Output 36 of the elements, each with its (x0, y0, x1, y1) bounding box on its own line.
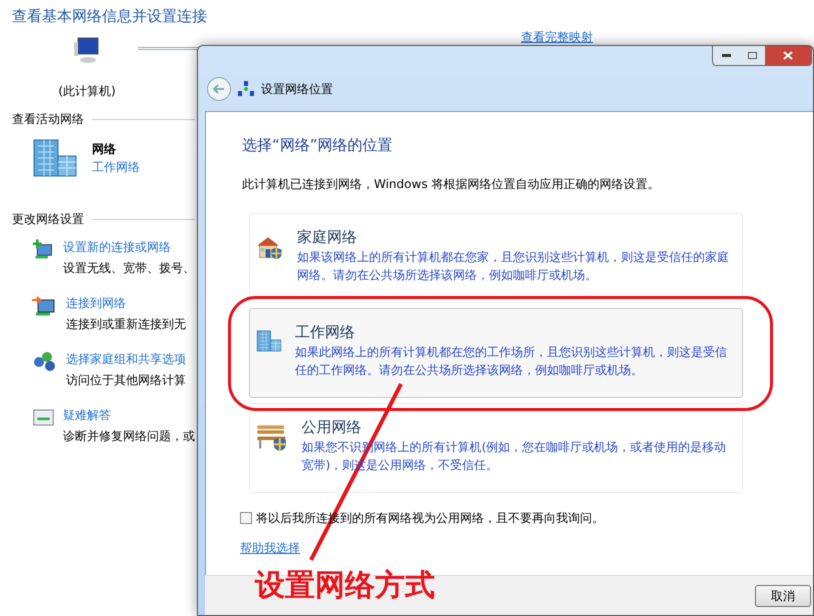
network-name: 网络 (92, 141, 117, 158)
location-option[interactable]: 家庭网络 如果该网络上的所有计算机都在您家，且您识别这些计算机，则这是受信任的家庭网络。请勿在公共场所选择该网络，例如咖啡厅或机场。 (249, 212, 743, 302)
homegroup-icon (32, 350, 58, 374)
location-title: 公用网络 (302, 416, 363, 438)
task-description: 访问位于其他网络计算 (66, 372, 186, 389)
network-type-link[interactable]: 工作网络 (92, 158, 140, 176)
task-link[interactable]: 选择家庭组和共享选项 (66, 350, 186, 368)
checkbox[interactable] (240, 512, 252, 524)
location-description: 如果此网络上的所有计算机都在您的工作场所，且您识别这些计算机，则这是受信任的工作网络。请勿在公共场所选择该网络，例如咖啡厅或机场。 (295, 344, 728, 379)
dialog-heading: 选择“网络”网络的位置 (242, 135, 394, 156)
close-icon (783, 51, 793, 60)
help-link[interactable]: 帮助我选择 (240, 538, 300, 556)
intro-text: 此计算机已连接到网络，Windows 将根据网络位置自动应用正确的网络设置。 (242, 176, 660, 192)
location-title: 工作网络 (295, 322, 356, 342)
minimize-button[interactable] (713, 46, 739, 65)
page-title: 查看基本网络信息并设置连接 (12, 6, 208, 26)
back-arrow-icon (213, 84, 225, 94)
task-link[interactable]: 疑难解答 (63, 406, 195, 424)
section-heading: 查看活动网络 (12, 111, 84, 128)
cancel-button[interactable]: 取消 (755, 584, 811, 606)
task-link[interactable]: 连接到网络 (66, 294, 186, 312)
location-title: 家庭网络 (296, 226, 358, 248)
location-description: 如果该网络上的所有计算机都在您家，且您识别这些计算机，则这是受信任的家庭网络。请勿在公共场所选择该网络，例如咖啡厅或机场。 (296, 249, 730, 284)
task-description: 连接到或重新连接到无 (66, 316, 186, 333)
annotation-text: 设置网络方式 (255, 567, 435, 605)
network-icon (237, 81, 255, 97)
close-button[interactable] (765, 46, 811, 65)
task-link[interactable]: 设置新的连接或网络 (63, 238, 195, 256)
location-option[interactable]: 工作网络 如果此网络上的所有计算机都在您的工作场所，且您识别这些计算机，则这是受信任的工作网络。请勿在公共场所选择该网络，例如咖啡厅或机场。 (249, 308, 743, 398)
task-description: 设置无线、宽带、拨号、 (63, 260, 195, 277)
maximize-button[interactable] (739, 46, 765, 65)
dialog-title: 设置网络位置 (261, 81, 333, 98)
task-description: 诊断并修复网络问题，或 (63, 428, 195, 445)
computer-label: (此计算机) (58, 83, 116, 100)
section-heading: 更改网络设置 (12, 211, 84, 228)
map-link[interactable]: 查看完整映射 (521, 28, 593, 46)
